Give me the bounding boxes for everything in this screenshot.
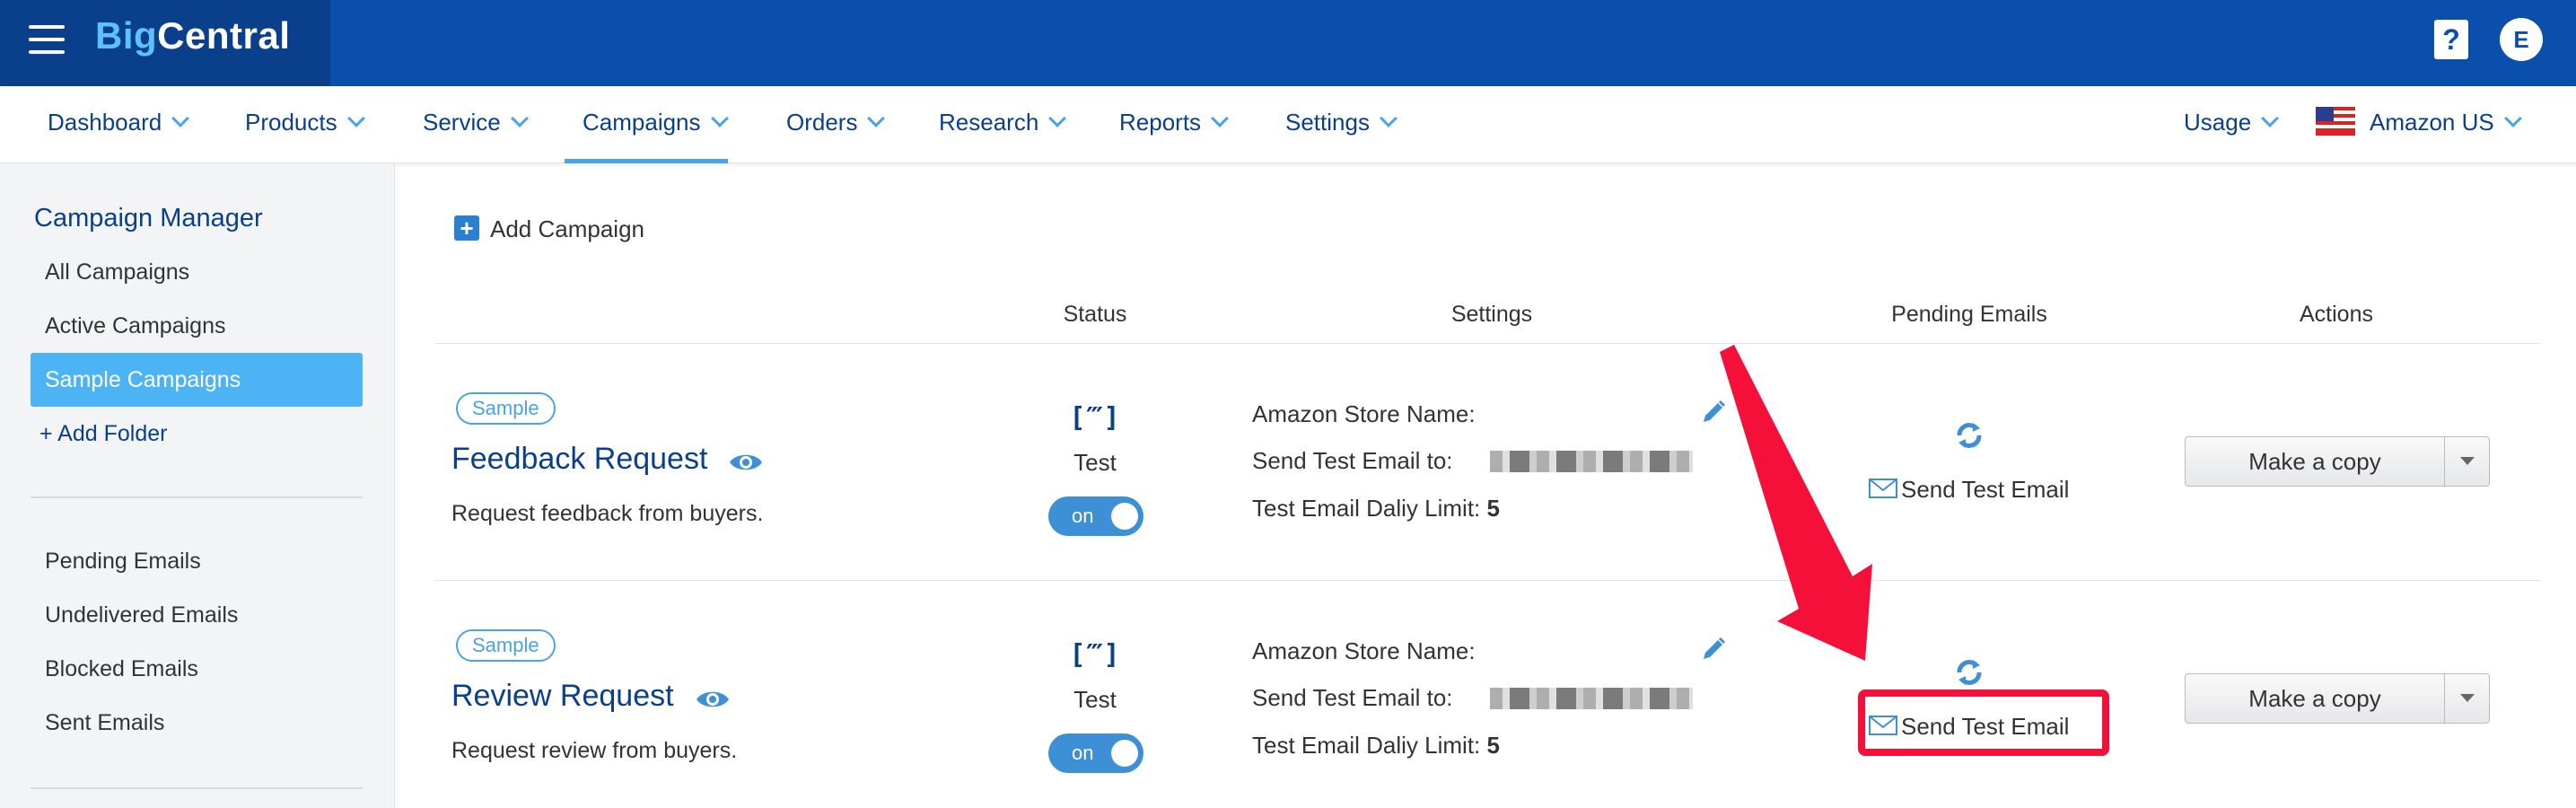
test-email-limit-label: Test Email Daliy Limit: 5 <box>1252 495 1500 522</box>
sidebar-item-blocked-emails[interactable]: Blocked Emails <box>31 642 363 696</box>
sidebar-item-undelivered-emails[interactable]: Undelivered Emails <box>31 588 363 642</box>
sample-badge: Sample <box>456 629 556 662</box>
nav-campaigns[interactable]: Campaigns <box>565 86 729 163</box>
bigcentral-logo[interactable]: BigCentral <box>95 14 290 57</box>
chevron-down-icon <box>2261 110 2280 127</box>
nav-reports[interactable]: Reports <box>1119 86 1229 163</box>
campaign-description: Request feedback from buyers. <box>451 501 764 526</box>
make-a-copy-button-group: Make a copy <box>2185 436 2490 487</box>
status-toggle[interactable]: on <box>1048 733 1143 773</box>
caret-down-icon <box>2460 694 2475 702</box>
store-name-label: Amazon Store Name: <box>1252 637 1476 664</box>
main-nav: Dashboard Products Service Campaigns Ord… <box>0 86 2576 163</box>
add-folder-link[interactable]: + Add Folder <box>25 407 357 461</box>
copy-dropdown-toggle[interactable] <box>2444 437 2489 486</box>
test-email-limit-label: Test Email Daliy Limit: 5 <box>1252 732 1500 759</box>
help-icon[interactable]: ? <box>2434 20 2468 59</box>
row-divider <box>434 580 2540 581</box>
campaign-name[interactable]: Feedback Request <box>451 442 707 477</box>
add-campaign-button[interactable]: + Add Campaign <box>454 215 644 243</box>
chevron-down-icon <box>2503 110 2522 127</box>
sidebar: Campaign Manager All Campaigns Active Ca… <box>0 164 395 808</box>
test-mode-icon: [‴] <box>1069 639 1121 671</box>
make-a-copy-button-group: Make a copy <box>2185 673 2490 724</box>
campaign-description: Request review from buyers. <box>451 738 738 763</box>
make-a-copy-button[interactable]: Make a copy <box>2186 674 2444 723</box>
nav-usage[interactable]: Usage <box>2184 86 2280 163</box>
sample-badge: Sample <box>456 392 556 425</box>
eye-icon[interactable] <box>729 451 763 474</box>
chevron-down-icon <box>171 110 190 127</box>
column-header-pending-emails[interactable]: Pending Emails <box>1891 302 2047 328</box>
nav-orders[interactable]: Orders <box>786 86 886 163</box>
column-header-status[interactable]: Status <box>1064 302 1127 328</box>
redacted-email <box>1490 451 1693 472</box>
status-toggle[interactable]: on <box>1048 496 1143 536</box>
sidebar-item-sample-campaigns[interactable]: Sample Campaigns <box>31 353 363 407</box>
sidebar-divider <box>31 496 363 498</box>
status-text: Test <box>1073 449 1117 476</box>
column-header-actions[interactable]: Actions <box>2300 302 2373 328</box>
eye-icon[interactable] <box>696 688 730 711</box>
column-header-settings[interactable]: Settings <box>1451 302 1532 328</box>
store-name-label: Amazon Store Name: <box>1252 400 1476 427</box>
sidebar-item-sent-emails[interactable]: Sent Emails <box>31 696 363 750</box>
chevron-down-icon <box>1380 110 1398 127</box>
nav-products[interactable]: Products <box>245 86 365 163</box>
nav-service[interactable]: Service <box>423 86 529 163</box>
sidebar-item-active-campaigns[interactable]: Active Campaigns <box>31 299 363 353</box>
test-mode-icon: [‴] <box>1069 402 1121 434</box>
send-test-email-to-label: Send Test Email to: <box>1252 684 1453 711</box>
plus-icon: + <box>454 215 479 242</box>
nav-research[interactable]: Research <box>939 86 1067 163</box>
chevron-down-icon <box>1211 110 1229 127</box>
chevron-down-icon <box>1048 110 1067 127</box>
sidebar-divider <box>31 787 363 789</box>
annotation-highlight-box <box>1858 689 2109 756</box>
make-a-copy-button[interactable]: Make a copy <box>2186 437 2444 486</box>
campaign-name[interactable]: Review Request <box>451 679 674 714</box>
chevron-down-icon <box>510 110 529 127</box>
sidebar-item-pending-emails[interactable]: Pending Emails <box>31 534 363 588</box>
sidebar-title: Campaign Manager <box>34 204 263 233</box>
status-text: Test <box>1073 686 1117 713</box>
hamburger-menu-icon[interactable] <box>29 25 65 56</box>
caret-down-icon <box>2460 457 2475 465</box>
table-header-divider <box>434 343 2540 344</box>
sidebar-item-all-campaigns[interactable]: All Campaigns <box>31 245 363 299</box>
copy-dropdown-toggle[interactable] <box>2444 674 2489 723</box>
refresh-icon[interactable] <box>1951 417 1987 453</box>
top-bar: BigCentral ? E <box>0 0 2576 86</box>
us-flag-icon <box>2316 107 2355 136</box>
chevron-down-icon <box>867 110 886 127</box>
brand-block: BigCentral <box>0 0 330 86</box>
send-test-email-to-label: Send Test Email to: <box>1252 447 1453 474</box>
annotation-arrow <box>1720 345 1872 661</box>
nav-settings[interactable]: Settings <box>1285 86 1398 163</box>
nav-dashboard[interactable]: Dashboard <box>48 86 190 163</box>
chevron-down-icon <box>346 110 365 127</box>
chevron-down-icon <box>710 110 729 127</box>
refresh-icon[interactable] <box>1951 654 1987 690</box>
marketplace-selector[interactable]: Amazon US <box>2316 86 2522 163</box>
user-avatar[interactable]: E <box>2500 18 2543 61</box>
redacted-email <box>1490 688 1693 709</box>
